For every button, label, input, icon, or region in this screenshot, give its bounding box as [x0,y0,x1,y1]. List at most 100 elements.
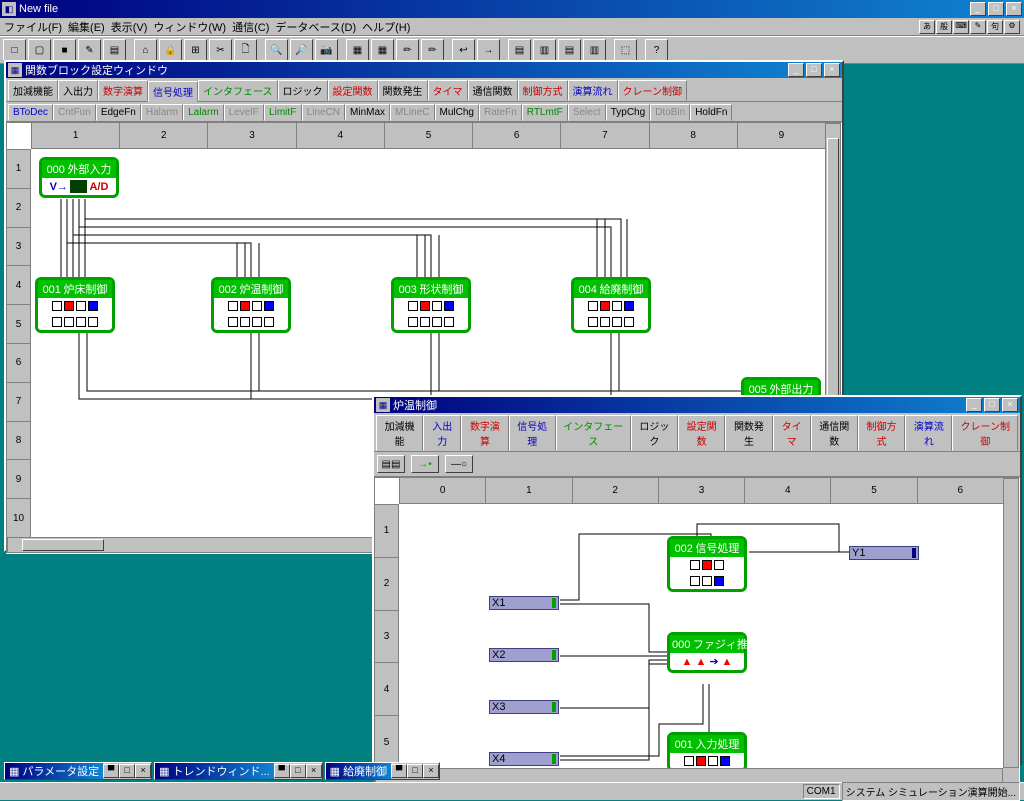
toolbar-button[interactable]: ▢ [28,39,51,61]
menu-view[interactable]: 表示(V) [111,19,148,35]
toolbar-button[interactable]: ✂ [209,39,232,61]
tab[interactable]: 加減機能 [376,415,423,451]
tab[interactable]: LimitF [264,104,302,121]
tab[interactable]: ロジック [631,415,678,451]
tab[interactable]: DtoBin [650,104,690,121]
tab[interactable]: 設定関数 [328,80,378,101]
tab[interactable]: MLineC [390,104,434,121]
tab[interactable]: 通信関数 [811,415,858,451]
toolbar-button[interactable]: 🔒 [159,39,182,61]
window2-canvas[interactable]: 0123456 12345 002 信号処理 000 ファジィ推論 [374,477,1020,785]
ime-icon[interactable]: あ [919,20,935,34]
tab[interactable]: 設定関数 [678,415,725,451]
tab[interactable]: インタフェース [556,415,631,451]
tab[interactable]: 信号処理 [509,415,556,451]
tab[interactable]: クレーン制御 [618,80,688,101]
toolbar-button[interactable]: ⬚ [614,39,637,61]
close-button[interactable]: × [1002,398,1018,412]
toolbar-button[interactable]: ✏ [396,39,419,61]
toolbar-button[interactable]: ▦ [346,39,369,61]
io-label-x3[interactable]: X3 [489,700,559,714]
scrollbar-vertical[interactable] [1003,478,1019,768]
ime-icon[interactable]: ⌨ [953,20,969,34]
ime-icon[interactable]: ⚙ [1004,20,1020,34]
ime-icon[interactable]: 句 [987,20,1003,34]
toolbar-button[interactable]: ▤ [103,39,126,61]
tab[interactable]: ロジック [278,80,328,101]
tab[interactable]: クレーン制御 [952,415,1017,451]
tab[interactable]: EdgeFn [96,104,141,121]
diagram-area[interactable]: 002 信号処理 000 ファジィ推論 ▲▲➔▲ 001 入力処理 X1 X2 … [399,504,1003,768]
toolbar-button[interactable]: 🔍 [265,39,288,61]
maximize-button[interactable]: □ [984,398,1000,412]
toolbar-button[interactable]: 📷 [315,39,338,61]
block-control-3[interactable]: 003 形状制御 [391,277,471,333]
menu-help[interactable]: ヘルプ(H) [362,19,410,35]
block-signal-proc[interactable]: 002 信号処理 [667,536,747,592]
tab[interactable]: 関数発生 [378,80,428,101]
toolbar-button[interactable]: ▥ [533,39,556,61]
tab[interactable]: LevelF [224,104,264,121]
toolbar-button[interactable]: ⌂ [134,39,157,61]
io-label-x4[interactable]: X4 [489,752,559,766]
toolbar-button[interactable]: 🗋 [234,39,257,61]
close-button[interactable]: × [1006,2,1022,16]
ime-icon[interactable]: 般 [936,20,952,34]
minimize-button[interactable]: _ [966,398,982,412]
tab[interactable]: Lalarm [183,104,224,121]
block-fuzzy-inference[interactable]: 000 ファジィ推論 ▲▲➔▲ [667,632,747,673]
minimized-window[interactable]: ▦給廃制御▀□× [325,762,440,780]
menu-database[interactable]: データベース(D) [275,19,356,35]
maximize-button[interactable]: □ [806,63,822,77]
tab[interactable]: LineCN [302,104,345,121]
tab[interactable]: BToDec [8,104,53,121]
block-control-2[interactable]: 002 炉温制御 [211,277,291,333]
minimize-button[interactable]: _ [788,63,804,77]
toolbar-button[interactable]: ▤ [558,39,581,61]
tab[interactable]: 信号処理 [148,81,198,102]
minimized-window[interactable]: ▦トレンドウィンド...▀□× [154,762,323,780]
menu-edit[interactable]: 編集(E) [68,19,105,35]
toolbar-button[interactable]: ▤ [508,39,531,61]
io-label-x2[interactable]: X2 [489,648,559,662]
tab[interactable]: 制御方式 [518,80,568,101]
close-button[interactable]: × [824,63,840,77]
tab[interactable]: 関数発生 [725,415,772,451]
toolbar-button[interactable]: ▥ [583,39,606,61]
toolbar-button[interactable]: ▦ [371,39,394,61]
maximize-button[interactable]: □ [988,2,1004,16]
tab[interactable]: CntFun [53,104,96,121]
tab[interactable]: 演算流れ [905,415,952,451]
block-control-1[interactable]: 001 炉床制御 [35,277,115,333]
tab[interactable]: HoldFn [690,104,732,121]
toolbar-button[interactable]: → [477,39,500,61]
tab[interactable]: 数字演算 [98,80,148,101]
arrow-icon[interactable]: —○ [445,455,473,473]
tab[interactable]: 通信関数 [468,80,518,101]
menu-window[interactable]: ウィンドウ(W) [153,19,226,35]
toolbar-button[interactable]: 🔎 [290,39,313,61]
tab[interactable]: 加減機能 [8,80,58,101]
block-control-4[interactable]: 004 給廃制御 [571,277,651,333]
tab[interactable]: 入出力 [58,80,98,101]
window2-titlebar[interactable]: ▦ 炉温制御 _ □ × [374,397,1020,413]
toolbar-button[interactable]: ↩ [452,39,475,61]
tab[interactable]: 演算流れ [568,80,618,101]
window1-titlebar[interactable]: ▦ 関数ブロック設定ウィンドウ _ □ × [6,62,842,78]
tab[interactable]: MinMax [345,104,390,121]
tab[interactable]: インタフェース [198,80,278,101]
tab[interactable]: タイマ [428,80,468,101]
toolbar-button[interactable]: ✏ [421,39,444,61]
io-label-x1[interactable]: X1 [489,596,559,610]
toolbar-button[interactable]: □ [3,39,26,61]
block-external-input[interactable]: 000 外部入力 V→ A/D [39,157,119,198]
tab[interactable]: RTLmtF [522,104,568,121]
arrow-green-icon[interactable]: →• [411,455,439,473]
tab[interactable]: 入出力 [423,415,461,451]
view-mode-icon[interactable]: ▤▤ [377,455,405,473]
ime-icon[interactable]: ✎ [970,20,986,34]
tab[interactable]: Select [568,104,606,121]
toolbar-button[interactable]: ■ [53,39,76,61]
menu-comm[interactable]: 通信(C) [232,19,269,35]
tab[interactable]: Halarm [141,104,183,121]
